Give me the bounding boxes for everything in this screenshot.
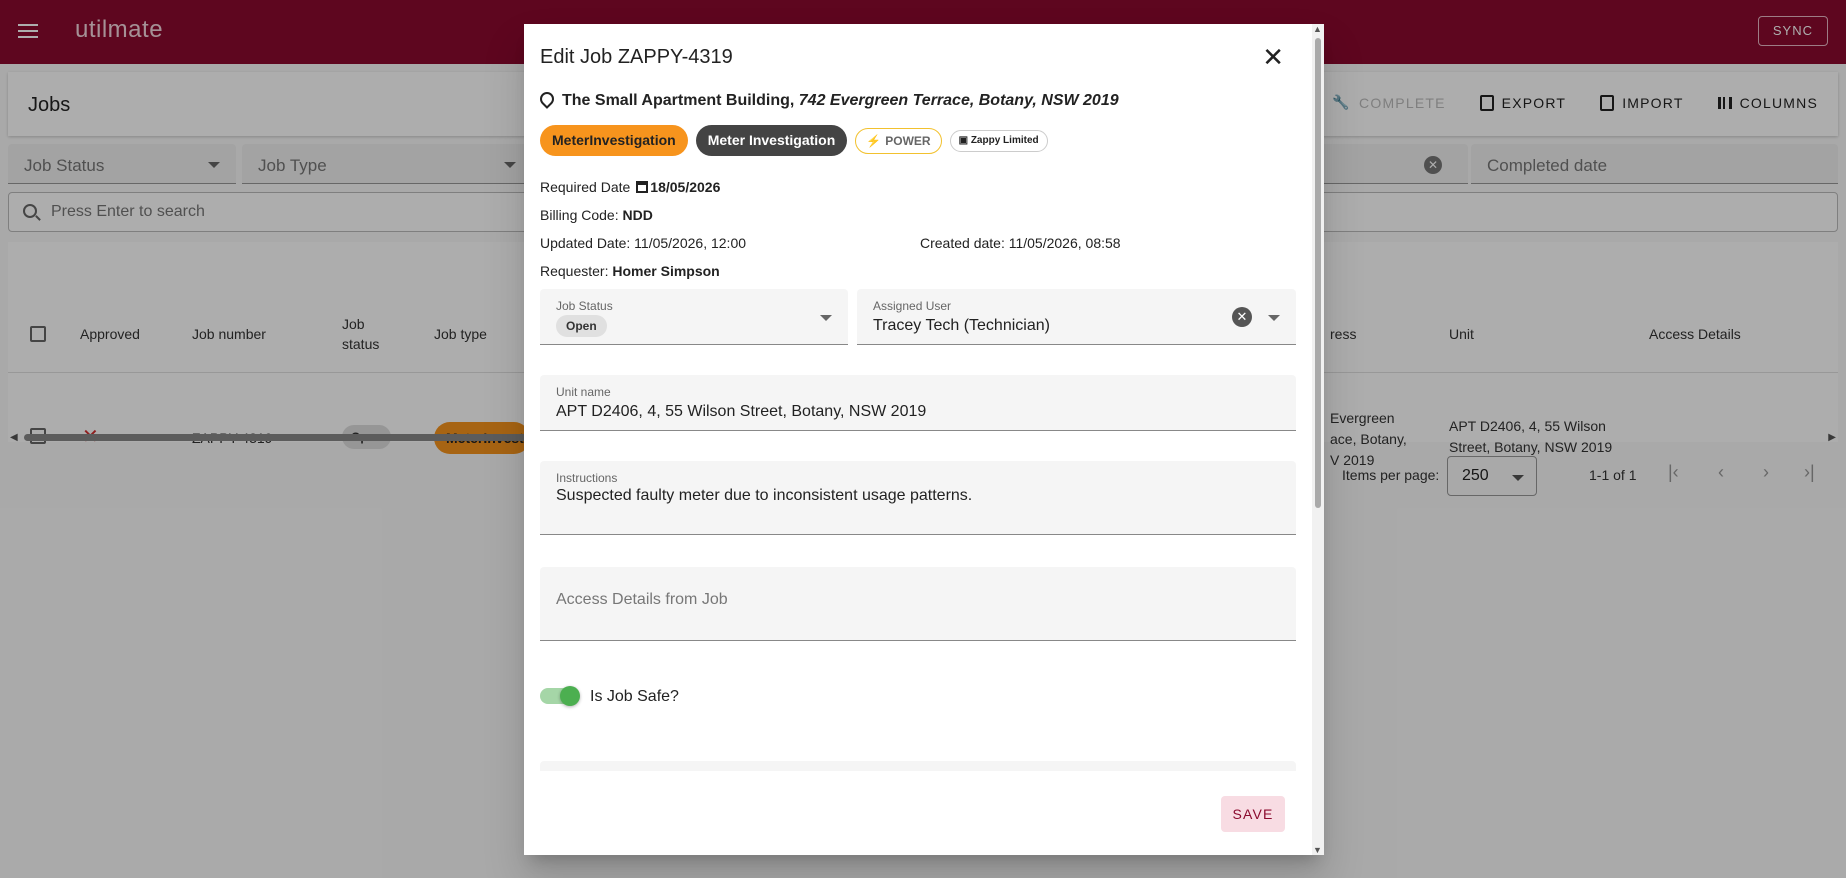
scroll-up-icon[interactable]: ▲	[1313, 24, 1322, 34]
close-icon[interactable]: ✕	[1262, 44, 1284, 70]
briefcase-icon: ▣	[958, 134, 971, 146]
unit-name-field[interactable]: Unit name APT D2406, 4, 55 Wilson Street…	[540, 375, 1296, 431]
scroll-down-icon[interactable]: ▼	[1313, 845, 1322, 855]
updated-date: Updated Date: 11/05/2026, 12:00	[540, 235, 747, 251]
required-date: Required Date 18/05/2026	[540, 179, 720, 195]
job-type-code-chip: MeterInvestigation	[540, 125, 688, 156]
access-details-field[interactable]: Access Details from Job	[540, 567, 1296, 641]
assigned-user-select[interactable]: Assigned User Tracey Tech (Technician) ✕	[857, 289, 1296, 345]
job-chips: MeterInvestigation Meter Investigation ⚡…	[540, 125, 1048, 156]
job-type-name-chip: Meter Investigation	[695, 125, 848, 156]
requester: Requester: Homer Simpson	[540, 263, 720, 279]
next-field-partial[interactable]	[540, 761, 1296, 771]
job-status-label: Job Status	[556, 299, 613, 313]
street-address: 742 Evergreen Terrace, Botany, NSW 2019	[798, 92, 1119, 109]
chevron-down-icon	[820, 315, 832, 321]
required-date-label: Required Date	[540, 179, 631, 195]
created-date: Created date: 11/05/2026, 08:58	[920, 235, 1121, 251]
unit-name-label: Unit name	[556, 385, 611, 399]
billing-code-value: NDD	[622, 207, 653, 223]
instructions-value: Suspected faulty meter due to inconsiste…	[556, 487, 973, 504]
unit-name-value: APT D2406, 4, 55 Wilson Street, Botany, …	[556, 403, 927, 420]
assigned-user-label: Assigned User	[873, 299, 952, 313]
required-date-value: 18/05/2026	[650, 179, 721, 195]
instructions-field[interactable]: Instructions Suspected faulty meter due …	[540, 461, 1296, 535]
edit-job-dialog: Edit Job ZAPPY-4319 ✕ The Small Apartmen…	[524, 24, 1324, 855]
location-pin-icon	[540, 92, 554, 110]
company-label: Zappy Limited	[970, 134, 1039, 146]
access-details-placeholder: Access Details from Job	[556, 591, 728, 608]
calendar-icon	[636, 181, 649, 193]
clear-icon[interactable]: ✕	[1232, 307, 1252, 327]
utility-label: POWER	[885, 133, 931, 148]
requester-label: Requester:	[540, 263, 609, 279]
chevron-down-icon	[1268, 315, 1280, 321]
billing-code: Billing Code: NDD	[540, 207, 653, 223]
job-address: The Small Apartment Building, 742 Evergr…	[540, 92, 1119, 110]
job-safe-label: Is Job Safe?	[590, 688, 679, 705]
save-button[interactable]: SAVE	[1221, 796, 1285, 832]
requester-value: Homer Simpson	[612, 263, 720, 279]
company-chip: ▣ Zappy Limited	[949, 129, 1048, 152]
billing-code-label: Billing Code:	[540, 207, 619, 223]
job-status-select[interactable]: Job Status Open	[540, 289, 848, 345]
dialog-title: Edit Job ZAPPY-4319	[540, 46, 733, 68]
toggle-knob	[560, 686, 580, 706]
utility-chip: ⚡ POWER	[855, 127, 942, 154]
bolt-icon: ⚡	[866, 133, 882, 148]
dialog-scrollbar-thumb[interactable]	[1315, 38, 1321, 508]
job-safe-toggle[interactable]	[540, 686, 580, 706]
instructions-label: Instructions	[556, 471, 618, 485]
dialog-scrollbar[interactable]: ▲ ▼	[1312, 24, 1324, 855]
assigned-user-value: Tracey Tech (Technician)	[873, 317, 1050, 334]
building-name: The Small Apartment Building,	[562, 92, 795, 109]
job-status-chip: Open	[556, 315, 607, 337]
